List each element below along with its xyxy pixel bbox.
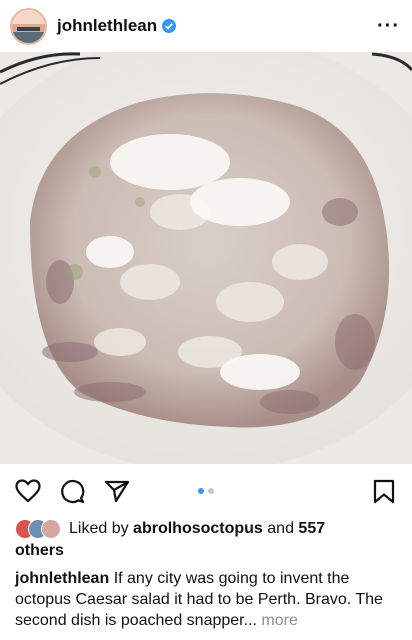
avatar — [41, 518, 61, 539]
post-caption: johnlethlean If any city was going to in… — [15, 568, 405, 631]
caption-more-link[interactable]: more — [261, 612, 297, 629]
ellipsis-icon[interactable]: ··· — [377, 16, 400, 36]
post-username[interactable]: johnlethlean — [57, 16, 157, 36]
carousel-dot-active — [198, 488, 204, 494]
liker-avatars — [15, 518, 63, 539]
carousel-dot — [208, 488, 214, 494]
post-header: johnlethlean ··· — [0, 0, 412, 52]
likes-count[interactable]: 557 — [298, 520, 325, 537]
action-bar — [0, 466, 412, 516]
post-photo[interactable] — [0, 52, 412, 464]
likes-summary[interactable]: Liked by abrolhosoctopus and 557 others — [15, 518, 405, 562]
heart-icon[interactable] — [15, 479, 41, 508]
likes-middle: and — [262, 520, 299, 537]
likes-prefix: Liked by — [69, 520, 134, 537]
avatar[interactable] — [10, 7, 47, 45]
comment-icon[interactable] — [60, 479, 85, 509]
verified-badge-icon — [162, 19, 177, 33]
likes-others[interactable]: others — [15, 542, 64, 559]
bookmark-icon[interactable] — [373, 479, 395, 509]
liker-username[interactable]: abrolhosoctopus — [133, 520, 263, 537]
paper-plane-icon[interactable] — [104, 479, 130, 508]
carousel-indicator — [198, 488, 214, 494]
caption-username[interactable]: johnlethlean — [15, 570, 109, 587]
